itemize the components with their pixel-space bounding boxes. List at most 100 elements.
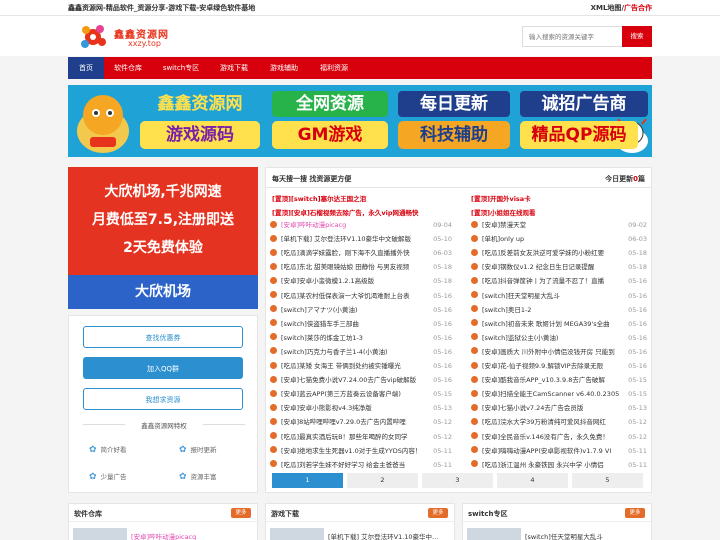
nav-item-game-assist[interactable]: 游戏辅助: [264, 57, 304, 79]
nav-item-switch[interactable]: switch专区: [158, 57, 204, 79]
pinned-post[interactable]: [置顶][安卓]石榴视频去除广告，永久vip网通畅快: [272, 207, 419, 217]
item-title: [switch]奥日1-2: [482, 305, 532, 314]
bullet-icon: [471, 375, 478, 383]
ad-line-3: 2天免费体验: [123, 240, 203, 256]
item-date: 05-10: [433, 235, 452, 244]
list-item[interactable]: [安卓]绝地求生生死器v1.0对于生成YYDS内容！ 05-11: [270, 444, 452, 458]
ad-cooperation-link[interactable]: 广告合作: [624, 4, 652, 12]
list-item[interactable]: [单机]only up 06-03: [471, 232, 647, 246]
thumbnail[interactable]: [467, 528, 521, 540]
list-item[interactable]: [switch]巧克力与香子兰1-4(小黄油) 05-16: [270, 345, 452, 359]
banner-qp-source: 精品QP源码: [520, 121, 638, 149]
bullet-icon: [270, 375, 277, 383]
page-2-button[interactable]: 2: [347, 473, 418, 488]
list-item[interactable]: [安卓]酷我音乐APP_v10.3.9.8去广告破解 05-15: [471, 373, 647, 387]
ad-line-1: 大欣机场,千兆网速: [104, 184, 222, 200]
list-item[interactable]: [switch]初音未来 歌姬计划 MEGA39's全曲 05-16: [471, 317, 647, 331]
page-1-button[interactable]: 1: [272, 473, 343, 488]
item-date: 05-18: [628, 263, 647, 272]
pinned-title: 小姐姐在线观看: [489, 209, 536, 217]
list-item[interactable]: [安卓]安卓小蛮微模1.2.1高级版 05-18: [270, 274, 452, 288]
item-title: [吃瓜]某矮 女海王 带俩到处约被实锤曝光: [281, 362, 401, 370]
item-title: [单机下载] 艾尔登法环V1.10豪华中文破解版: [281, 235, 412, 244]
gear-icon: ✿: [89, 472, 97, 482]
site-logo[interactable]: 鑫鑫资源网 xxzy.top: [78, 22, 188, 52]
list-item[interactable]: [安卓]8站哔哩哔哩v7.29.0去广告内置哔哩 05-12: [270, 415, 452, 429]
promo-banner[interactable]: 鑫鑫资源网 全网资源 每日更新 诚招广告商 游戏源码 GM游戏 科技辅助 精品Q…: [68, 85, 652, 157]
thumbnail[interactable]: [73, 528, 127, 540]
item-title: [安卓]蓝云APP(第三方蓝奏云设备客户端): [281, 390, 401, 399]
list-item[interactable]: [安卓]扫描全能王CamScanner v6.40.0.2305 05-15: [471, 387, 647, 401]
list-item[interactable]: [安卓]钢数仪v1.2 纪念日生日记录提醒 05-18: [471, 260, 647, 274]
search-input[interactable]: [522, 26, 622, 47]
pinned-tag: [置顶]: [471, 195, 490, 203]
list-item[interactable]: [吃瓜]浣水大学39万粉清纯可爱风抖音网红 05-12: [471, 415, 647, 429]
list-item[interactable]: [switch]奥日1-2 05-16: [471, 303, 647, 317]
page-5-button[interactable]: 5: [572, 473, 643, 488]
more-button[interactable]: 更多: [625, 508, 645, 518]
list-item[interactable]: [吃瓜]反差前女友洪逆可爱学妹的小粉红要 05-18: [471, 246, 647, 260]
today-suffix: 篇: [638, 175, 645, 183]
item-date: 05-15: [433, 390, 452, 399]
nav-item-software[interactable]: 软件仓库: [108, 57, 148, 79]
bullet-icon: [270, 403, 277, 411]
list-item[interactable]: [吃瓜]滴滴学妹露脸，刚下海不久直播播外快 06-03: [270, 246, 452, 260]
item-title: [switch]监狱公主(小黄油): [482, 333, 559, 342]
bullet-icon: [471, 460, 478, 468]
nav-item-games[interactable]: 游戏下载: [214, 57, 254, 79]
page-3-button[interactable]: 3: [422, 473, 493, 488]
list-item[interactable]: [安卓]七猫小说v7.24去广告会员版 05-13: [471, 401, 647, 415]
list-item[interactable]: [switch]狂天堂明星大乱斗 05-16: [471, 289, 647, 303]
pinned-title: [安卓]石榴视频去除广告，永久vip网通畅快: [290, 209, 419, 217]
pinned-post[interactable]: [置顶]小姐姐在线观看: [471, 207, 535, 217]
list-item[interactable]: [安卓]花-仙子视频9.9.解锁VIP去除录无限 05-16: [471, 359, 647, 373]
list-item[interactable]: [安卓]画质大 川外附中小情侣没钱开房 只能到 05-16: [471, 345, 647, 359]
join-qq-group-button[interactable]: 加入QQ群: [83, 357, 243, 379]
feature-timely-update: ✿ 报时更新: [179, 444, 217, 455]
list-item[interactable]: [吃瓜]最真实酒后玩B！那些年喝醉的女同学 05-12: [270, 430, 452, 444]
xml-map-link[interactable]: XML地图: [591, 4, 622, 12]
panel-item[interactable]: [单机下载] 艾尔登法环V1.10豪华中...: [328, 531, 438, 540]
pinned-title: 开国外visa卡: [489, 195, 531, 203]
list-item[interactable]: [安卓]安卓小熊影视v4.3纯净版 05-13: [270, 401, 452, 415]
panel-item[interactable]: [switch]任天堂明星大乱斗: [525, 531, 603, 540]
search-button[interactable]: 搜索: [622, 26, 652, 47]
thumbnail[interactable]: [270, 528, 324, 540]
list-item[interactable]: [吃瓜]浙江温州 永豪铁园 永兴中学 小情侣 05-11: [471, 458, 647, 472]
item-title: [吃瓜]最真实酒后玩B！那些年喝醉的女同学: [281, 432, 408, 441]
bullet-icon: [270, 347, 277, 355]
more-button[interactable]: 更多: [231, 508, 251, 518]
list-item[interactable]: [安卓]七猫免费小说V7.24.00去广告vip破解版 05-16: [270, 373, 452, 387]
list-item[interactable]: [switch]アマナツ(小黄油) 05-16: [270, 303, 452, 317]
item-title: [switch]莱莎的炼金工坊1-3: [281, 333, 363, 342]
list-item[interactable]: [吃瓜]东北 甜美眼镜姑娘 田静怡 与男友视频 05-18: [270, 260, 452, 274]
list-item[interactable]: [单机下载] 艾尔登法环V1.10豪华中文破解版 05-10: [270, 232, 452, 246]
find-coupon-button[interactable]: 查找优惠券: [83, 326, 243, 348]
bullet-icon: [270, 361, 277, 369]
nav-item-home[interactable]: 首页: [68, 57, 104, 79]
pinned-post[interactable]: [置顶]开国外visa卡: [471, 193, 531, 203]
airport-ad[interactable]: 大欣机场,千兆网速 月费低至7.5,注册即送 2天免费体验 大欣机场: [68, 167, 258, 309]
request-resource-button[interactable]: 我想求资源: [83, 388, 243, 410]
bullet-icon: [471, 305, 478, 313]
pinned-tag: [置顶]: [471, 209, 490, 217]
panel-item[interactable]: [安卓]哔咔动漫picacg: [131, 531, 196, 540]
list-item[interactable]: [安卓]嗨嗨动漫APP(安卓影视软件)v1.7.9 VI 05-11: [471, 444, 647, 458]
pinned-post[interactable]: [置顶][switch]塞尔达王国之泪: [272, 193, 366, 203]
list-item[interactable]: [吃瓜]某矮 女海王 带俩到处约被实锤曝光 05-16: [270, 359, 452, 373]
page-4-button[interactable]: 4: [497, 473, 568, 488]
pinned-tag: [置顶]: [272, 209, 291, 217]
bullet-icon: [471, 319, 478, 327]
list-item[interactable]: [安卓]哔咔动漫picacg 09-04: [270, 218, 452, 232]
list-item[interactable]: [switch]侠盗猎车手三部曲 05-16: [270, 317, 452, 331]
list-item[interactable]: [switch]莱莎的炼金工坊1-3 05-16: [270, 331, 452, 345]
list-item[interactable]: [吃瓜]刘若学生妹不好好学习 给金主爸爸当 05-11: [270, 458, 452, 472]
list-item[interactable]: [安卓]全民音乐v.146没有广告，永久免费！ 05-12: [471, 430, 647, 444]
list-item[interactable]: [安卓]禁漫天堂 09-02: [471, 218, 647, 232]
list-item[interactable]: [吃瓜]抖音弹筐钟丨为了流量不忍了！直播 05-16: [471, 274, 647, 288]
list-item[interactable]: [安卓]蓝云APP(第三方蓝奏云设备客户端) 05-15: [270, 387, 452, 401]
more-button[interactable]: 更多: [428, 508, 448, 518]
nav-item-welfare[interactable]: 福利资源: [314, 57, 354, 79]
list-item[interactable]: [switch]监狱公主(小黄油) 05-16: [471, 331, 647, 345]
list-item[interactable]: [吃瓜]某农村低保表演一大爷饥渴难耐上台表 05-16: [270, 289, 452, 303]
